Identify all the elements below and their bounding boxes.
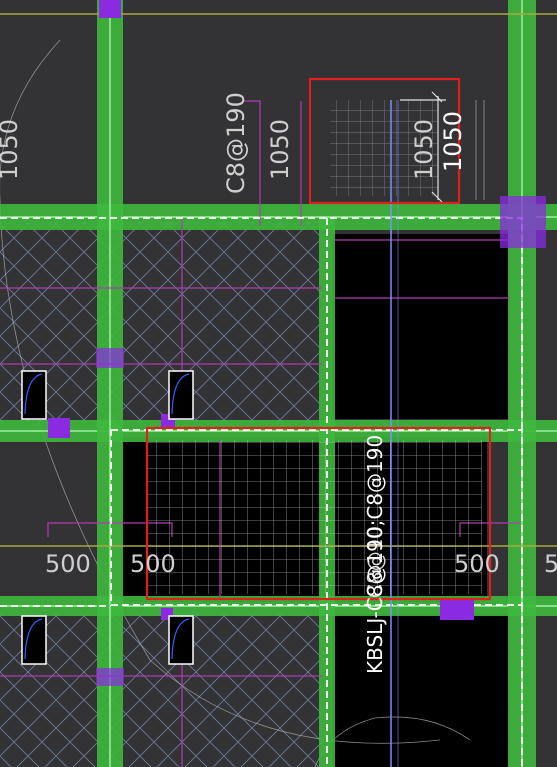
column-mid-left[interactable] [96,348,124,368]
rebar-spec-top-text[interactable]: C8@190 [222,92,250,194]
column-left-middle[interactable] [48,418,70,438]
column-right-top[interactable] [500,196,546,248]
hatched-slab-upper-left[interactable] [0,222,322,422]
hatched-slab-lower-left[interactable] [0,612,322,767]
dim-text-top-mid[interactable]: 1050 [266,119,294,180]
dim-text-edge-5[interactable]: 5 [544,550,557,578]
rebar-spec-overlay-text[interactable]: C8@10 [363,526,387,598]
dim-text-box-inner[interactable]: 1050 [410,119,438,180]
slab-void-lower-right[interactable] [333,614,509,767]
slab-void-upper-right[interactable] [333,234,509,419]
opening-symbol[interactable] [168,615,194,665]
rebar-grid-center[interactable] [148,440,482,594]
dim-text-left-edge[interactable]: 1050 [0,119,23,180]
dim-text-right-500[interactable]: 500 [454,550,500,578]
dim-text-box-outer[interactable]: 1050 [439,111,467,172]
dim-text-center-500[interactable]: 500 [130,550,176,578]
opening-symbol[interactable] [21,370,47,420]
column-center-lower[interactable] [440,598,474,620]
opening-symbol[interactable] [21,615,47,665]
dim-text-left-500[interactable]: 500 [45,550,91,578]
opening-symbol[interactable] [168,370,194,420]
cad-drawing-canvas[interactable]: 1050 C8@190 1050 1050 1050 500 500 500 5… [0,0,557,767]
column-lower-left[interactable] [96,668,124,686]
column-top-left[interactable] [99,0,121,18]
rebar-spec-vertical-group: KBSLJ-C8@190;C8@190 C8@10 [363,435,387,674]
